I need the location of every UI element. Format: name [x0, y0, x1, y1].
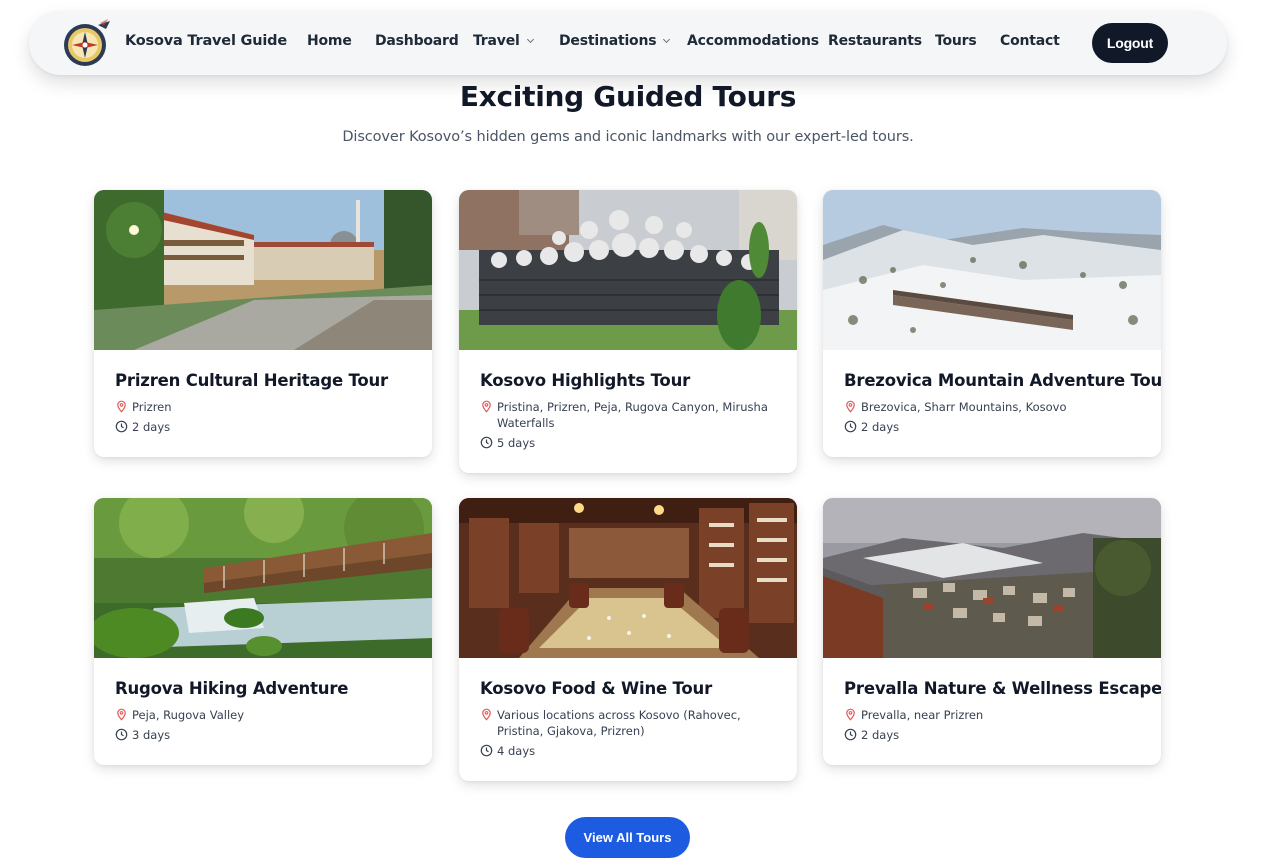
tour-location-text: Brezovica, Sharr Mountains, Kosovo	[861, 400, 1067, 414]
tour-duration: 2 days	[844, 419, 1140, 435]
nav-contact[interactable]: Contact	[1000, 33, 1060, 49]
nav-destinations[interactable]: Destinations	[559, 33, 671, 49]
tour-duration: 4 days	[480, 743, 776, 759]
tour-duration-text: 2 days	[861, 728, 900, 742]
tour-duration-text: 4 days	[497, 744, 536, 758]
tour-name: Prevalla Nature & Wellness Escape	[844, 679, 1161, 698]
tour-card[interactable]: Kosovo Highlights Tour Pristina, Prizren…	[459, 190, 797, 473]
tour-name: Prizren Cultural Heritage Tour	[115, 371, 388, 390]
tour-location: Prizren	[115, 399, 411, 415]
tour-location-text: Various locations across Kosovo (Rahovec…	[497, 708, 741, 738]
view-all-tours-button[interactable]: View All Tours	[565, 817, 690, 858]
tour-duration-text: 3 days	[132, 728, 171, 742]
tour-card[interactable]: Rugova Hiking Adventure Peja, Rugova Val…	[94, 498, 432, 765]
tour-duration: 5 days	[480, 435, 776, 451]
tour-card[interactable]: Prizren Cultural Heritage Tour Prizren 2…	[94, 190, 432, 457]
tour-duration: 3 days	[115, 727, 411, 743]
brand-name[interactable]: Kosova Travel Guide	[125, 33, 287, 49]
tour-location: Various locations across Kosovo (Rahovec…	[480, 707, 776, 739]
tour-name: Kosovo Highlights Tour	[480, 371, 691, 390]
tour-name: Brezovica Mountain Adventure Tour	[844, 371, 1161, 390]
nav-destinations-label: Destinations	[559, 33, 657, 49]
nav-home[interactable]: Home	[307, 33, 352, 49]
page-subtitle: Discover Kosovo’s hidden gems and iconic…	[342, 129, 914, 145]
tour-location: Brezovica, Sharr Mountains, Kosovo	[844, 399, 1140, 415]
nav-travel-label: Travel	[473, 33, 520, 49]
clock-icon	[844, 420, 857, 433]
tour-duration-text: 2 days	[132, 420, 171, 434]
map-pin-icon	[117, 708, 126, 721]
compass-logo-icon[interactable]	[62, 17, 112, 69]
chevron-down-icon	[526, 35, 534, 44]
map-pin-icon	[482, 708, 491, 721]
clock-icon	[480, 744, 493, 757]
map-pin-icon	[846, 400, 855, 413]
navbar: Kosova Travel Guide Home Dashboard Trave…	[29, 11, 1227, 75]
clock-icon	[844, 728, 857, 741]
tour-image	[459, 190, 797, 350]
tour-image	[94, 190, 432, 350]
map-pin-icon	[117, 400, 126, 413]
logout-button[interactable]: Logout	[1092, 23, 1168, 63]
tour-location-text: Prevalla, near Prizren	[861, 708, 984, 722]
tour-location: Peja, Rugova Valley	[115, 707, 411, 723]
tour-duration-text: 5 days	[497, 436, 536, 450]
clock-icon	[115, 420, 128, 433]
tour-location-text: Peja, Rugova Valley	[132, 708, 245, 722]
clock-icon	[115, 728, 128, 741]
tour-image	[459, 498, 797, 658]
tour-card[interactable]: Kosovo Food & Wine Tour Various location…	[459, 498, 797, 781]
tour-name: Rugova Hiking Adventure	[115, 679, 349, 698]
tour-image	[94, 498, 432, 658]
page-title: Exciting Guided Tours	[459, 80, 797, 113]
nav-travel[interactable]: Travel	[473, 33, 534, 49]
tour-card[interactable]: Prevalla Nature & Wellness Escape Preval…	[823, 498, 1161, 765]
tour-image	[823, 498, 1161, 658]
nav-dashboard[interactable]: Dashboard	[375, 33, 459, 49]
map-pin-icon	[846, 708, 855, 721]
tour-card[interactable]: Brezovica Mountain Adventure Tour Brezov…	[823, 190, 1161, 457]
nav-tours[interactable]: Tours	[935, 33, 977, 49]
map-pin-icon	[482, 400, 491, 413]
clock-icon	[480, 436, 493, 449]
tour-image	[823, 190, 1161, 350]
nav-restaurants[interactable]: Restaurants	[828, 33, 922, 49]
tour-location-text: Prizren	[132, 400, 172, 414]
chevron-down-icon	[663, 35, 671, 44]
tour-location-text: Pristina, Prizren, Peja, Rugova Canyon, …	[497, 400, 768, 430]
tour-location: Pristina, Prizren, Peja, Rugova Canyon, …	[480, 399, 776, 431]
tour-name: Kosovo Food & Wine Tour	[480, 679, 713, 698]
nav-accommodations[interactable]: Accommodations	[687, 33, 819, 49]
tour-location: Prevalla, near Prizren	[844, 707, 1140, 723]
tour-duration: 2 days	[115, 419, 411, 435]
tour-duration: 2 days	[844, 727, 1140, 743]
tour-duration-text: 2 days	[861, 420, 900, 434]
